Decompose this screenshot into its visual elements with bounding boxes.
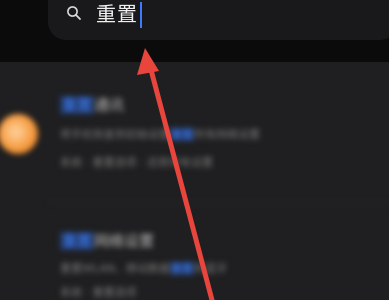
search-result-item[interactable]: 重置 网络设置 重置WLAN、移动数据重置和蓝牙 系统 · 重置选项 (0, 202, 389, 300)
result-app-icon (0, 114, 38, 154)
result-path: 系统 · 重置选项 (60, 286, 137, 299)
text-cursor (140, 2, 142, 28)
search-result-item[interactable]: 重置 通讯 将手机恢复到初始设置重置所有网络设置 系统 · 重置选项 · 还原所有… (0, 62, 389, 202)
search-query-text: 重置 (96, 2, 138, 26)
search-icon (67, 6, 81, 20)
search-header: 重置 (0, 0, 389, 62)
result-title: 重置 网络设置 (60, 232, 155, 250)
result-title: 重置 通讯 (60, 96, 125, 114)
result-description: 将手机恢复到初始设置重置所有网络设置 (60, 128, 260, 141)
result-path: 系统 · 重置选项 · 还原所有设置 (60, 156, 213, 169)
result-description: 重置WLAN、移动数据重置和蓝牙 (60, 262, 228, 275)
search-results-list: 重置 通讯 将手机恢复到初始设置重置所有网络设置 系统 · 重置选项 · 还原所有… (0, 62, 389, 300)
settings-search-screen: 重置 重置 通讯 将手机恢复到初始设置重置所有网络设置 系统 · 重置选项 · 还… (0, 0, 389, 300)
